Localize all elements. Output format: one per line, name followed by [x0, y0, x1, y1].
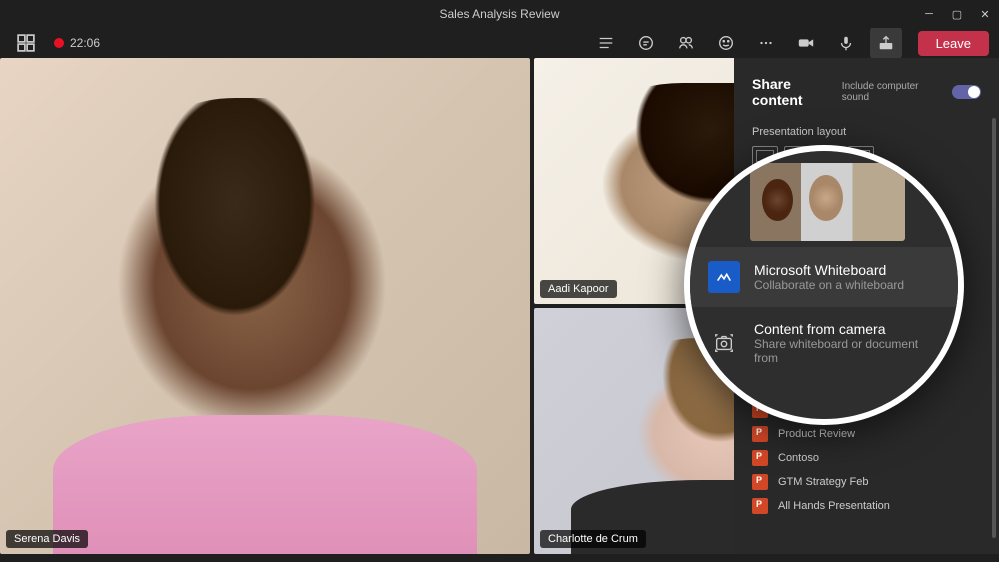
conversation-icon[interactable]: [630, 27, 662, 59]
share-panel-title: Share content: [752, 76, 842, 108]
participant-name-label: Aadi Kapoor: [540, 280, 617, 298]
toolbar: 22:06 Leave: [0, 28, 999, 58]
powerpoint-icon: [752, 450, 768, 466]
camera-icon[interactable]: [790, 27, 822, 59]
participants-icon[interactable]: [670, 27, 702, 59]
layout-grid-icon[interactable]: [10, 27, 42, 59]
video-tile-main[interactable]: Serena Davis: [0, 58, 530, 554]
reactions-icon[interactable]: [710, 27, 742, 59]
share-option-whiteboard[interactable]: Microsoft Whiteboard Collaborate on a wh…: [690, 247, 958, 307]
file-item[interactable]: All Hands Presentation: [752, 494, 999, 518]
presentation-layout-label: Presentation layout: [752, 126, 999, 138]
camera-content-subtitle: Share whiteboard or document from: [754, 337, 940, 365]
whiteboard-subtitle: Collaborate on a whiteboard: [754, 278, 904, 292]
file-name: Product Review: [778, 428, 855, 440]
window-controls: ─ ▢ ✕: [915, 0, 999, 28]
file-name: Contoso: [778, 452, 819, 464]
recording-indicator: 22:06: [54, 36, 100, 50]
more-options-icon[interactable]: [750, 27, 782, 59]
whiteboard-title: Microsoft Whiteboard: [754, 262, 904, 278]
meeting-timer: 22:06: [70, 36, 100, 50]
participant-name-label: Serena Davis: [6, 530, 88, 548]
microphone-icon[interactable]: [830, 27, 862, 59]
share-button[interactable]: [870, 27, 902, 59]
camera-content-title: Content from camera: [754, 321, 940, 337]
powerpoint-icon: [752, 474, 768, 490]
file-item[interactable]: GTM Strategy Feb: [752, 470, 999, 494]
file-item[interactable]: Product Review: [752, 422, 999, 446]
whiteboard-icon: [708, 261, 740, 293]
share-option-camera[interactable]: Content from camera Share whiteboard or …: [690, 307, 958, 379]
recording-dot-icon: [54, 38, 64, 48]
include-sound-label: Include computer sound: [842, 81, 944, 103]
meeting-title: Sales Analysis Review: [439, 7, 559, 21]
file-name: All Hands Presentation: [778, 500, 890, 512]
chat-icon[interactable]: [590, 27, 622, 59]
camera-content-icon: [708, 327, 740, 359]
close-button[interactable]: ✕: [971, 0, 999, 28]
minimize-button[interactable]: ─: [915, 0, 943, 28]
scrollbar[interactable]: [992, 118, 996, 538]
gallery-thumbnail: [750, 163, 905, 241]
powerpoint-icon: [752, 426, 768, 442]
maximize-button[interactable]: ▢: [943, 0, 971, 28]
file-item[interactable]: Contoso: [752, 446, 999, 470]
powerpoint-icon: [752, 498, 768, 514]
include-sound-toggle[interactable]: [952, 85, 981, 99]
titlebar: Sales Analysis Review ─ ▢ ✕: [0, 0, 999, 28]
magnifier-callout: Microsoft Whiteboard Collaborate on a wh…: [684, 145, 964, 425]
participant-name-label: Charlotte de Crum: [540, 530, 646, 548]
leave-button[interactable]: Leave: [918, 31, 989, 56]
file-name: GTM Strategy Feb: [778, 476, 868, 488]
